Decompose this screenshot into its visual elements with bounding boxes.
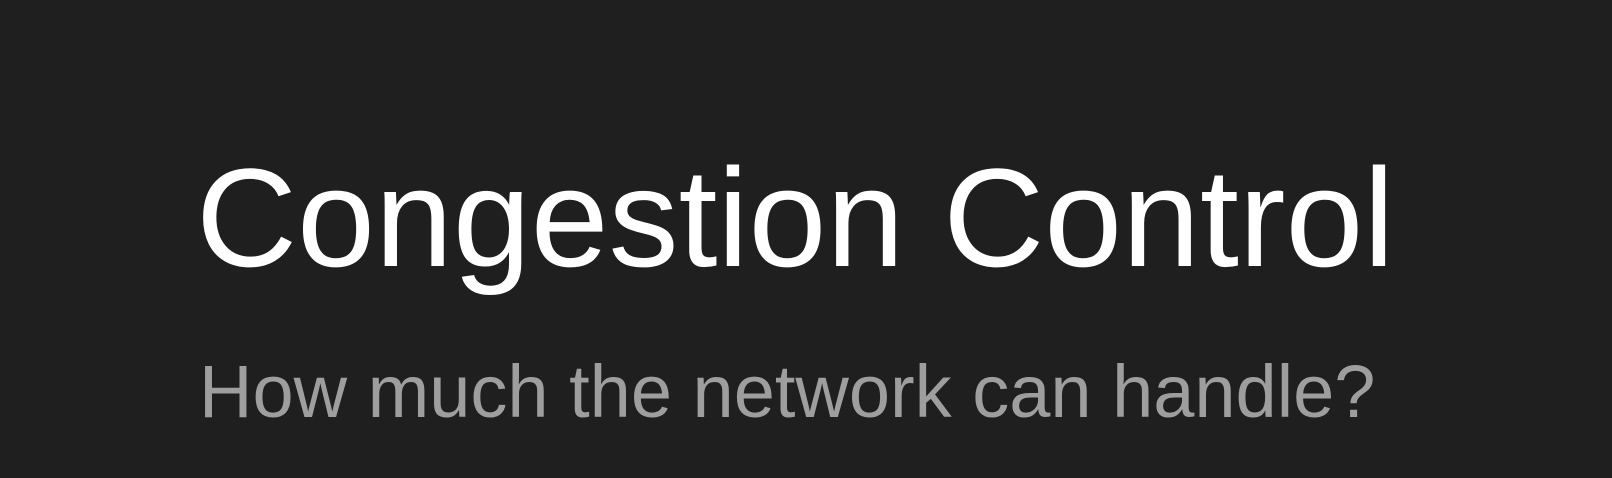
- slide-title: Congestion Control: [196, 139, 1395, 296]
- slide-subtitle: How much the network can handle?: [199, 350, 1376, 433]
- slide: Congestion Control How much the network …: [0, 0, 1612, 478]
